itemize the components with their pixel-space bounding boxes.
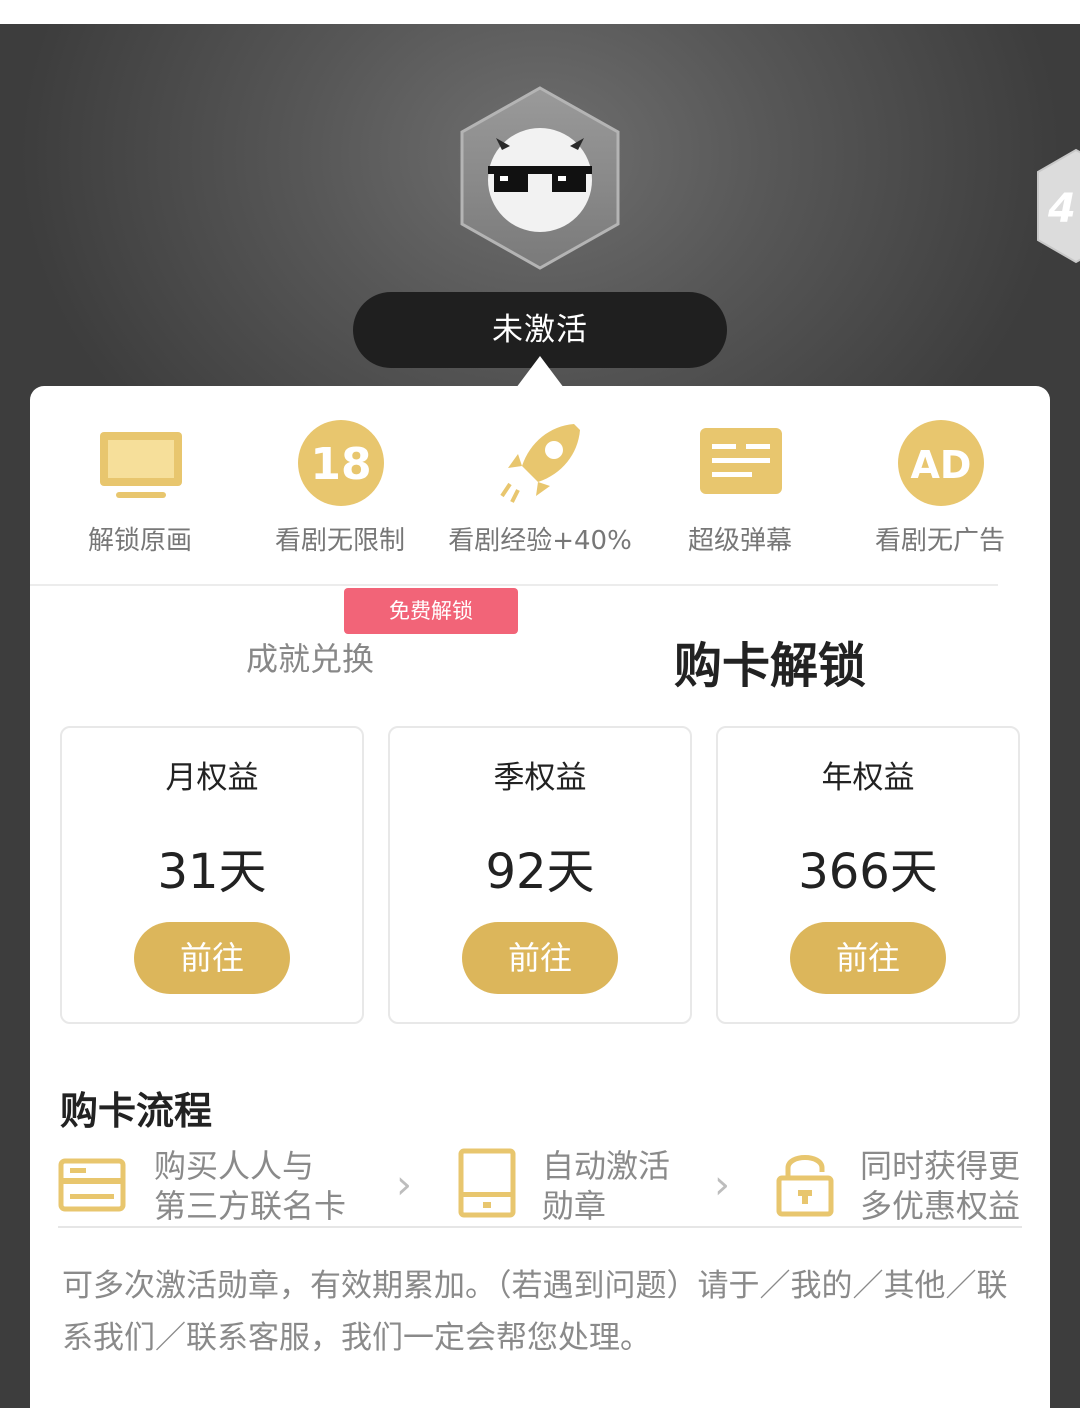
plan-card-month: 月权益 31天 前往 <box>60 726 364 1024</box>
flow-step-text: 自动激活 勋章 <box>542 1146 670 1226</box>
lock-icon <box>776 1155 834 1217</box>
perk-label: 解锁原画 <box>87 526 192 556</box>
perk-item[interactable]: 看剧经验+40% <box>440 410 640 560</box>
plan-name: 季权益 <box>493 760 587 796</box>
plan-name: 年权益 <box>821 760 915 796</box>
flow-title: 购卡流程 <box>60 1089 213 1133</box>
help-note: 可多次激活勋章，有效期累加。（若遇到问题）请于／我的／其他／联系我们／联系客服，… <box>62 1268 1008 1356</box>
danmaku-icon <box>700 428 782 494</box>
plan-card-year: 年权益 366天 前往 <box>716 726 1020 1024</box>
plan-days: 366天 <box>798 844 938 900</box>
flow-step-line: 同时获得更 <box>860 1147 1021 1185</box>
flow-step-line: 第三方联名卡 <box>154 1187 347 1225</box>
plan-go-button[interactable]: 前往 <box>134 922 290 994</box>
perk-item[interactable]: 超级弹幕 <box>640 410 840 560</box>
plan-days: 31天 <box>157 844 267 900</box>
side-medal-icon[interactable]: 4 <box>1036 148 1080 264</box>
flow-step-line: 勋章 <box>542 1187 607 1225</box>
medal-avatar-icon[interactable] <box>458 86 622 270</box>
plan-days: 92天 <box>485 844 595 900</box>
plan-card-season: 季权益 92天 前往 <box>388 726 692 1024</box>
card-pointer <box>516 356 564 388</box>
perk-divider <box>30 584 998 586</box>
perk-label: 超级弹幕 <box>687 526 792 556</box>
ad-free-icon: AD <box>898 420 984 506</box>
18-badge-icon: 18 <box>298 420 384 506</box>
rocket-icon <box>500 424 580 503</box>
perk-label: 看剧经验+40% <box>448 526 632 556</box>
perk-item[interactable]: 解锁原画 <box>40 410 240 560</box>
plan-go-button[interactable]: 前往 <box>462 922 618 994</box>
flow-divider <box>58 1226 1022 1228</box>
device-icon <box>458 1148 516 1218</box>
plan-go-button[interactable]: 前往 <box>790 922 946 994</box>
svg-text:18: 18 <box>310 439 371 490</box>
chevron-right-icon: › <box>396 1162 412 1208</box>
perk-list: 解锁原画 18 看剧无限制 看剧经验+40% 超级弹幕 AD 看剧无广告 <box>30 410 1050 560</box>
chevron-right-icon: › <box>714 1162 730 1208</box>
free-unlock-tag: 免费解锁 <box>344 588 518 634</box>
tab-buy-card[interactable]: 购卡解锁 <box>650 626 890 696</box>
flow-step-text: 同时获得更 多优惠权益 <box>860 1146 1020 1226</box>
flow-step-text: 购买人人与 第三方联名卡 <box>154 1146 346 1226</box>
card-icon <box>58 1158 126 1212</box>
perk-label: 看剧无限制 <box>274 526 405 556</box>
tab-achievement-redeem[interactable]: 成就兑换 <box>220 634 400 680</box>
perk-item[interactable]: AD 看剧无广告 <box>840 410 1040 560</box>
flow-step-line: 自动激活 <box>542 1147 671 1185</box>
benefits-card: 解锁原画 18 看剧无限制 看剧经验+40% 超级弹幕 AD 看剧无广告 免费解… <box>30 386 1050 1408</box>
svg-text:AD: AD <box>911 443 972 487</box>
side-medal-number: 4 <box>1048 186 1076 232</box>
perk-label: 看剧无广告 <box>874 526 1005 556</box>
plan-name: 月权益 <box>165 760 259 796</box>
flow-step-line: 购买人人与 <box>154 1147 315 1185</box>
monitor-icon <box>100 432 182 498</box>
perk-item[interactable]: 18 看剧无限制 <box>240 410 440 560</box>
flow-step-line: 多优惠权益 <box>860 1187 1021 1225</box>
